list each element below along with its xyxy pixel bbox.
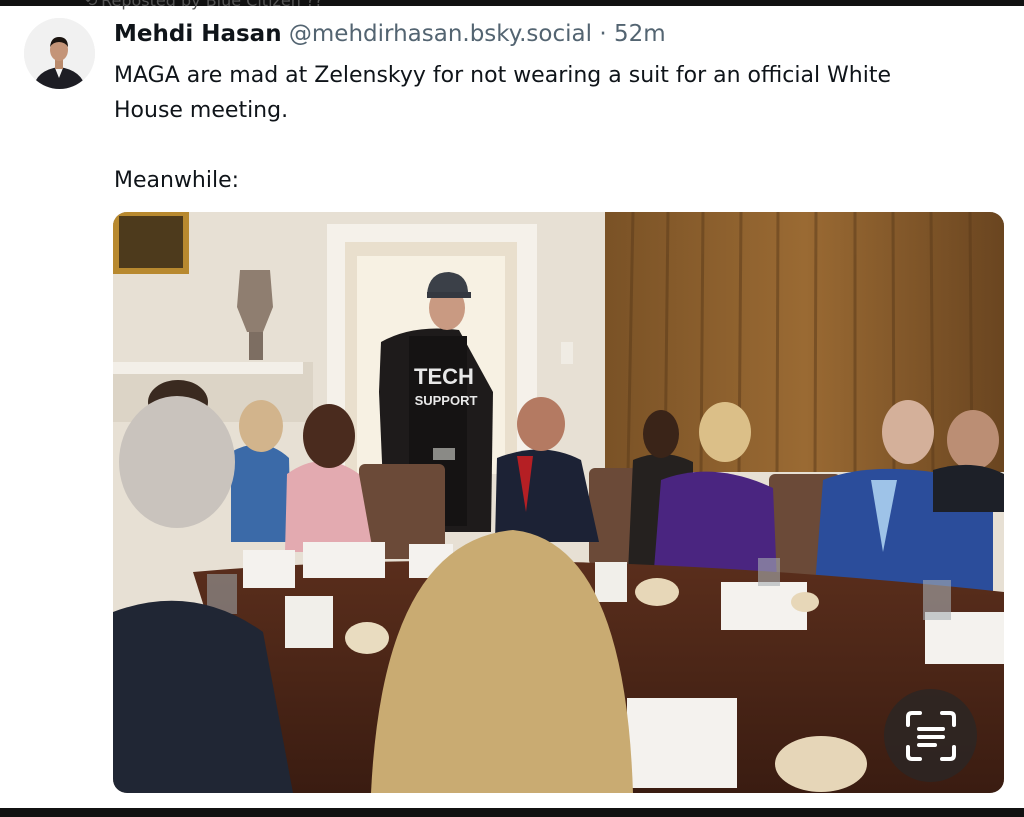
post-text-meanwhile: Meanwhile:: [114, 168, 240, 193]
image-text-scan-icon: [905, 710, 956, 761]
post-time[interactable]: 52m: [614, 21, 666, 47]
image-text-scan-button[interactable]: [884, 689, 977, 782]
post-text-line-2: House meeting.: [114, 98, 289, 123]
shirt-text-line1: TECH: [414, 364, 474, 389]
post-text-line-1: MAGA are mad at Zelenskyy for not wearin…: [114, 63, 892, 88]
repost-indicator[interactable]: ⟲ Reposted by Blue Citizen ??: [84, 0, 323, 10]
post-text: MAGA are mad at Zelenskyy for not wearin…: [114, 58, 984, 198]
avatar-image: [24, 18, 95, 89]
repost-text: Reposted by Blue Citizen ??: [101, 0, 323, 10]
post-image[interactable]: TECH SUPPORT: [113, 212, 1004, 793]
repost-icon: ⟲: [84, 0, 98, 10]
author-handle[interactable]: @mehdirhasan.bsky.social: [289, 21, 592, 47]
window-bottom-bar: [0, 808, 1024, 817]
header-separator: ·: [592, 21, 614, 47]
shirt-text-line2: SUPPORT: [415, 393, 478, 408]
post-text-spacer: [114, 128, 984, 163]
author-name[interactable]: Mehdi Hasan: [114, 21, 282, 47]
post-header: Mehdi Hasan @mehdirhasan.bsky.social · 5…: [114, 21, 666, 47]
cabinet-meeting-photo: TECH SUPPORT: [113, 212, 1004, 793]
author-avatar[interactable]: [24, 18, 95, 89]
